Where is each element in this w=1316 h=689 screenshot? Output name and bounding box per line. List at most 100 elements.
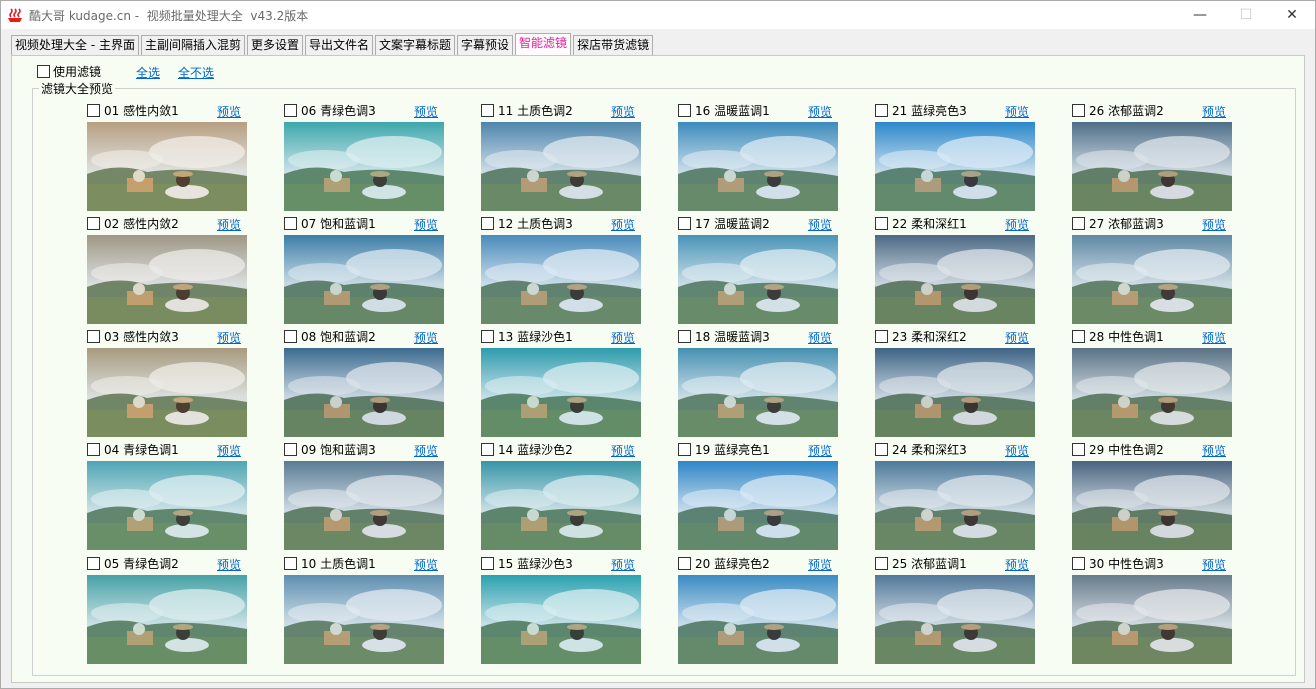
preview-link[interactable]: 预览 (611, 329, 635, 346)
filter-checkbox[interactable] (87, 329, 100, 343)
filter-thumbnail[interactable] (87, 235, 247, 324)
preview-link[interactable]: 预览 (217, 216, 241, 233)
filter-checkbox[interactable] (875, 329, 888, 343)
filter-thumbnail[interactable] (87, 575, 247, 664)
preview-link[interactable]: 预览 (1005, 442, 1029, 459)
preview-link[interactable]: 预览 (808, 442, 832, 459)
filter-thumbnail[interactable] (875, 461, 1035, 550)
preview-link[interactable]: 预览 (611, 216, 635, 233)
filter-thumbnail[interactable] (284, 575, 444, 664)
checkbox-box[interactable] (37, 65, 50, 78)
filter-checkbox[interactable] (678, 556, 691, 570)
filter-checkbox[interactable] (481, 556, 494, 570)
filter-thumbnail[interactable] (1072, 348, 1232, 437)
filter-checkbox[interactable] (875, 442, 888, 456)
preview-link[interactable]: 预览 (414, 556, 438, 573)
tab-2[interactable]: 主副间隔插入混剪 (140, 35, 245, 55)
preview-link[interactable]: 预览 (1005, 329, 1029, 346)
tab-5[interactable]: 文案字幕标题 (375, 35, 456, 55)
filter-checkbox[interactable] (1072, 216, 1085, 230)
filter-thumbnail[interactable] (678, 461, 838, 550)
filter-thumbnail[interactable] (1072, 461, 1232, 550)
filter-checkbox[interactable] (1072, 103, 1085, 117)
tab-4[interactable]: 导出文件名 (305, 35, 374, 55)
preview-link[interactable]: 预览 (1005, 556, 1029, 573)
filter-checkbox[interactable] (1072, 556, 1085, 570)
preview-link[interactable]: 预览 (808, 556, 832, 573)
filter-thumbnail[interactable] (481, 235, 641, 324)
tab-1[interactable]: 视频处理大全 - 主界面 (11, 35, 139, 55)
filter-thumbnail[interactable] (1072, 122, 1232, 211)
preview-link[interactable]: 预览 (414, 103, 438, 120)
filter-checkbox[interactable] (875, 216, 888, 230)
preview-link[interactable]: 预览 (611, 103, 635, 120)
preview-link[interactable]: 预览 (1202, 442, 1226, 459)
filter-thumbnail[interactable] (1072, 575, 1232, 664)
filter-thumbnail[interactable] (481, 122, 641, 211)
preview-link[interactable]: 预览 (1202, 103, 1226, 120)
filter-checkbox[interactable] (1072, 329, 1085, 343)
tab-3[interactable]: 更多设置 (246, 35, 303, 55)
preview-link[interactable]: 预览 (611, 442, 635, 459)
filter-checkbox[interactable] (284, 556, 297, 570)
preview-link[interactable]: 预览 (1005, 216, 1029, 233)
preview-link[interactable]: 预览 (1005, 103, 1029, 120)
filter-thumbnail[interactable] (875, 235, 1035, 324)
use-filter-checkbox[interactable]: 使用滤镜 (37, 63, 101, 80)
filter-checkbox[interactable] (678, 103, 691, 117)
preview-link[interactable]: 预览 (808, 216, 832, 233)
preview-link[interactable]: 预览 (611, 556, 635, 573)
filter-checkbox[interactable] (284, 442, 297, 456)
preview-link[interactable]: 预览 (1202, 556, 1226, 573)
filter-thumbnail[interactable] (284, 122, 444, 211)
filter-thumbnail[interactable] (284, 348, 444, 437)
preview-link[interactable]: 预览 (808, 329, 832, 346)
preview-link[interactable]: 预览 (1202, 329, 1226, 346)
filter-checkbox[interactable] (875, 556, 888, 570)
tab-7[interactable]: 智能滤镜 (515, 33, 572, 55)
filter-thumbnail[interactable] (87, 348, 247, 437)
preview-link[interactable]: 预览 (217, 556, 241, 573)
filter-thumbnail[interactable] (678, 122, 838, 211)
preview-link[interactable]: 预览 (217, 329, 241, 346)
filter-checkbox[interactable] (481, 442, 494, 456)
filter-thumbnail[interactable] (481, 461, 641, 550)
filter-thumbnail[interactable] (678, 235, 838, 324)
filter-checkbox[interactable] (481, 329, 494, 343)
filter-checkbox[interactable] (481, 103, 494, 117)
filter-thumbnail[interactable] (678, 348, 838, 437)
filter-checkbox[interactable] (1072, 442, 1085, 456)
maximize-button[interactable]: ☐ (1223, 1, 1269, 29)
filter-thumbnail[interactable] (875, 122, 1035, 211)
filter-checkbox[interactable] (87, 442, 100, 456)
preview-link[interactable]: 预览 (414, 216, 438, 233)
filter-thumbnail[interactable] (87, 461, 247, 550)
close-button[interactable]: ✕ (1269, 1, 1315, 29)
filter-checkbox[interactable] (87, 103, 100, 117)
filter-checkbox[interactable] (284, 216, 297, 230)
filter-checkbox[interactable] (678, 442, 691, 456)
filter-checkbox[interactable] (481, 216, 494, 230)
filter-checkbox[interactable] (87, 216, 100, 230)
preview-link[interactable]: 预览 (414, 329, 438, 346)
tab-6[interactable]: 字幕预设 (457, 35, 514, 55)
minimize-button[interactable]: — (1177, 1, 1223, 29)
tab-8[interactable]: 探店带货滤镜 (573, 35, 654, 55)
filter-thumbnail[interactable] (284, 461, 444, 550)
filter-thumbnail[interactable] (875, 575, 1035, 664)
filter-thumbnail[interactable] (678, 575, 838, 664)
filter-checkbox[interactable] (678, 216, 691, 230)
filter-checkbox[interactable] (678, 329, 691, 343)
filter-thumbnail[interactable] (1072, 235, 1232, 324)
filter-checkbox[interactable] (284, 329, 297, 343)
filter-thumbnail[interactable] (481, 575, 641, 664)
filter-checkbox[interactable] (284, 103, 297, 117)
filter-thumbnail[interactable] (284, 235, 444, 324)
preview-link[interactable]: 预览 (808, 103, 832, 120)
select-none-link[interactable]: 全不选 (178, 64, 214, 81)
filter-thumbnail[interactable] (875, 348, 1035, 437)
preview-link[interactable]: 预览 (217, 442, 241, 459)
preview-link[interactable]: 预览 (414, 442, 438, 459)
preview-link[interactable]: 预览 (217, 103, 241, 120)
select-all-link[interactable]: 全选 (136, 64, 160, 81)
